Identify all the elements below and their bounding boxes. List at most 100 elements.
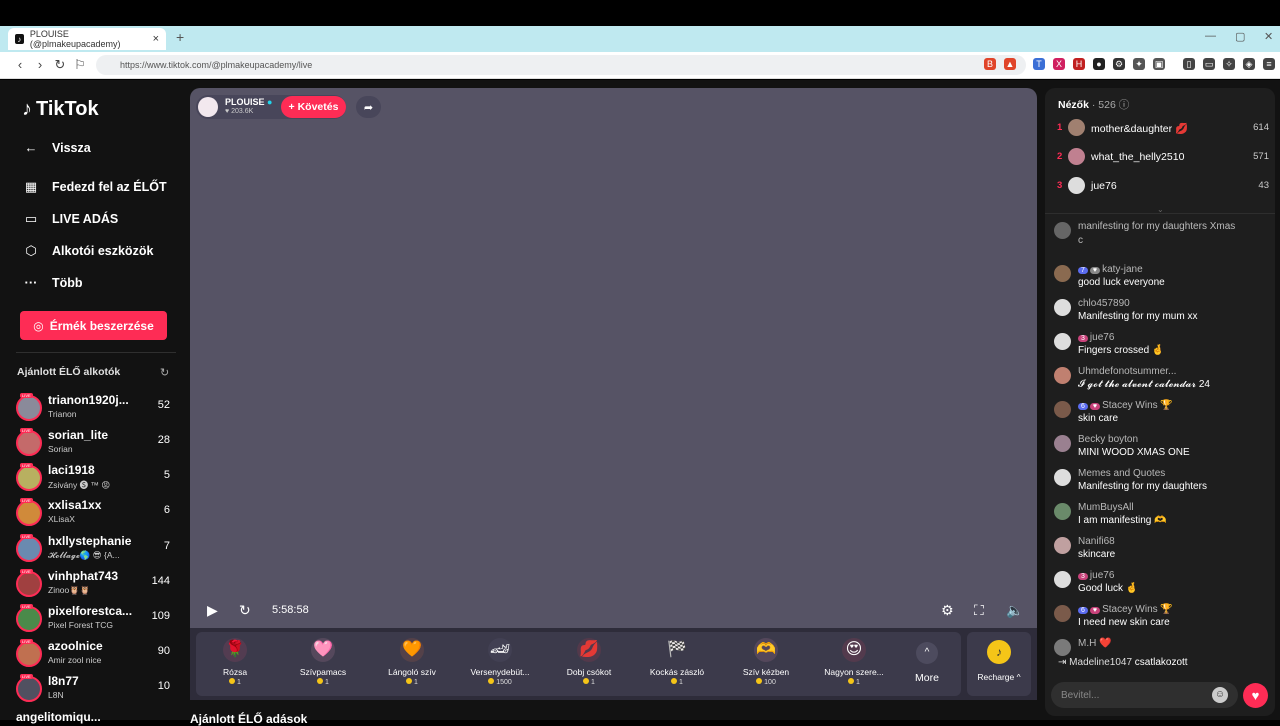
chat-input-placeholder: Bevitel... bbox=[1061, 689, 1100, 701]
chat-username[interactable]: MumBuysAll bbox=[1078, 502, 1134, 513]
browser-menu-icon[interactable]: ≡ bbox=[1263, 58, 1275, 70]
refresh-icon[interactable]: ↻ bbox=[160, 366, 169, 379]
forward-arrow-icon[interactable]: › bbox=[32, 57, 48, 72]
join-notice: ⇥ Madeline1047 csatlakozott bbox=[1058, 657, 1188, 668]
chat-username[interactable]: jue76 bbox=[1090, 332, 1114, 343]
recommended-creator[interactable]: LIVE xxlisa1xx XLisaX 6 bbox=[16, 498, 176, 532]
chat-avatar[interactable] bbox=[1054, 639, 1071, 656]
maximize-icon[interactable]: ▢ bbox=[1235, 30, 1245, 43]
leo-ai-icon[interactable]: ✧ bbox=[1223, 58, 1235, 70]
browser-tab[interactable]: ♪ PLOUISE (@plmakeupacademy) × bbox=[8, 28, 166, 50]
play-icon[interactable]: ▶ bbox=[207, 602, 218, 619]
recommended-creator[interactable]: LIVE azoolnice Amir zool nice 90 bbox=[16, 639, 176, 673]
chat-avatar[interactable] bbox=[1054, 537, 1071, 554]
extension-x-icon[interactable]: X bbox=[1053, 58, 1065, 70]
fullscreen-icon[interactable]: ⛶ bbox=[974, 602, 984, 619]
settings-icon[interactable]: ⚙ bbox=[941, 602, 954, 619]
calendar-icon: ▦ bbox=[24, 179, 38, 194]
chat-text: good luck everyone bbox=[1078, 277, 1165, 288]
wallet-icon[interactable]: ▭ bbox=[1203, 58, 1215, 70]
recharge-button[interactable]: ♪ Recharge ^ bbox=[967, 632, 1031, 696]
extension-circle-icon[interactable]: ● bbox=[1093, 58, 1105, 70]
chat-avatar[interactable] bbox=[1054, 401, 1071, 418]
sidebar-toggle-icon[interactable]: ▯ bbox=[1183, 58, 1195, 70]
chat-username[interactable]: Becky boyton bbox=[1078, 434, 1138, 445]
gift-item[interactable]: 🧡 Lángoló szív 1 bbox=[368, 632, 456, 696]
extension-hls-icon[interactable]: H bbox=[1073, 58, 1085, 70]
chat-username[interactable]: Memes and Quotes bbox=[1078, 468, 1165, 479]
chat-avatar[interactable] bbox=[1054, 435, 1071, 452]
chat-avatar[interactable] bbox=[1054, 605, 1071, 622]
chat-avatar[interactable] bbox=[1054, 333, 1071, 350]
chat-avatar[interactable] bbox=[1054, 503, 1071, 520]
minimize-icon[interactable]: — bbox=[1205, 30, 1216, 42]
url-field[interactable]: https://www.tiktok.com/@plmakeupacademy/… bbox=[96, 55, 1026, 75]
translate-extension-icon[interactable]: T bbox=[1033, 58, 1045, 70]
chat-avatar[interactable] bbox=[1054, 571, 1071, 588]
recommended-creator[interactable]: LIVE hxllystephanie 𝓗𝓸𝓵𝓵𝓪𝓰𝓮🌎 😎 {A... 7 bbox=[16, 534, 176, 568]
new-tab-icon[interactable]: + bbox=[176, 29, 184, 45]
screenshot-icon[interactable]: ▣ bbox=[1153, 58, 1165, 70]
top-viewer-row[interactable]: 2 what_the_helly2510 571 bbox=[1057, 147, 1269, 167]
gift-item[interactable]: 🏁 Kockás zászló 1 bbox=[633, 632, 721, 696]
window-close-icon[interactable]: ✕ bbox=[1264, 30, 1273, 43]
recommended-creator[interactable]: LIVE l8n77 L8N 10 bbox=[16, 674, 176, 708]
chat-avatar[interactable] bbox=[1054, 299, 1071, 316]
chat-username[interactable]: Nanifi68 bbox=[1078, 536, 1115, 547]
gift-item[interactable]: 😍 Nagyon szere... 1 bbox=[810, 632, 898, 696]
info-icon[interactable]: ⓘ bbox=[1119, 99, 1130, 111]
tiktok-logo[interactable]: ♪ TikTok bbox=[22, 98, 99, 121]
top-viewer-row[interactable]: 1 mother&daughter 💋 614 bbox=[1057, 118, 1269, 138]
recommended-creator[interactable]: LIVE vinhphat743 Zinoo🦉🦉 144 bbox=[16, 569, 176, 603]
creator-name: hxllystephanie bbox=[48, 534, 132, 548]
chat-username[interactable]: jue76 bbox=[1090, 570, 1114, 581]
chat-avatar[interactable] bbox=[1054, 469, 1071, 486]
volume-icon[interactable]: 🔈 bbox=[1006, 602, 1023, 619]
chat-text: Manifesting for my daughters bbox=[1078, 481, 1207, 492]
gift-item[interactable]: 🩷 Szívpamacs 1 bbox=[279, 632, 367, 696]
gift-item[interactable]: 🌹 Rózsa 1 bbox=[191, 632, 279, 696]
follow-button[interactable]: + Követés bbox=[281, 96, 346, 118]
video-player[interactable] bbox=[190, 88, 1037, 628]
gift-item[interactable]: 🫶 Szív kézben 100 bbox=[722, 632, 810, 696]
chat-username[interactable]: Stacey Wins 🏆 bbox=[1102, 604, 1173, 615]
top-viewer-row[interactable]: 3 jue76 43 bbox=[1057, 176, 1269, 196]
bookmark-icon[interactable]: ⚐ bbox=[72, 57, 88, 73]
chat-username[interactable]: Stacey Wins 🏆 bbox=[1102, 400, 1173, 411]
recommended-creator[interactable]: LIVE trianon1920j... Trianon 52 bbox=[16, 393, 176, 427]
emoji-icon[interactable]: ☺ bbox=[1212, 687, 1228, 703]
recommended-creator[interactable]: LIVE pixelforestca... Pixel Forest TCG 109 bbox=[16, 604, 176, 638]
chat-input[interactable]: Bevitel... bbox=[1051, 682, 1238, 708]
recommended-creator[interactable]: LIVE sorian_lite Sorian 28 bbox=[16, 428, 176, 462]
sidebar-item-live[interactable]: ▭ LIVE ADÁS bbox=[22, 211, 118, 227]
chat-avatar[interactable] bbox=[1054, 265, 1071, 282]
share-icon[interactable]: ➦ bbox=[356, 96, 381, 118]
sidebar-item-explore-live[interactable]: ▦ Fedezd fel az ÉLŐT bbox=[22, 179, 167, 195]
chat-username[interactable]: Uhmdefonotsummer... bbox=[1078, 366, 1176, 377]
like-heart-button[interactable]: ♥ bbox=[1243, 683, 1268, 708]
chat-username[interactable]: M.H ❤️ bbox=[1078, 638, 1112, 649]
viewer-score: 571 bbox=[1253, 151, 1269, 162]
more-gifts-button[interactable]: ^ More bbox=[905, 632, 949, 696]
reload-stream-icon[interactable]: ↻ bbox=[239, 602, 251, 619]
sidebar-item-more[interactable]: ··· Több bbox=[22, 275, 83, 290]
creator-name: l8n77 bbox=[48, 674, 79, 688]
back-arrow-icon[interactable]: ‹ bbox=[12, 57, 28, 72]
gift-item[interactable]: 🏎 Versenydebüt... 1500 bbox=[456, 632, 544, 696]
chat-username[interactable]: katy-jane bbox=[1102, 264, 1143, 275]
get-coins-button[interactable]: ◎ Érmék beszerzése bbox=[20, 311, 167, 340]
tab-close-icon[interactable]: × bbox=[153, 33, 159, 45]
recommended-creator[interactable]: LIVE laci1918 Zsivány 🅢 ™ 😡 5 bbox=[16, 463, 176, 497]
sidebar-item-creator-tools[interactable]: ⬡ Alkotói eszközök bbox=[22, 243, 153, 259]
chat-avatar[interactable] bbox=[1054, 367, 1071, 384]
chat-username[interactable]: chlo457890 bbox=[1078, 298, 1130, 309]
extension-gear-icon[interactable]: ⚙ bbox=[1113, 58, 1125, 70]
reload-icon[interactable]: ↻ bbox=[52, 57, 68, 73]
back-link[interactable]: ← Vissza bbox=[22, 140, 91, 155]
rewards-icon[interactable]: ▲ bbox=[1004, 58, 1016, 70]
extensions-puzzle-icon[interactable]: ✦ bbox=[1133, 58, 1145, 70]
gift-item[interactable]: 💋 Dobj csókot 1 bbox=[545, 632, 633, 696]
vpn-shield-icon[interactable]: ◈ bbox=[1243, 58, 1255, 70]
recommended-creator-partial[interactable]: angelitomiqu... bbox=[16, 710, 101, 724]
brave-shield-icon[interactable]: B bbox=[984, 58, 996, 70]
